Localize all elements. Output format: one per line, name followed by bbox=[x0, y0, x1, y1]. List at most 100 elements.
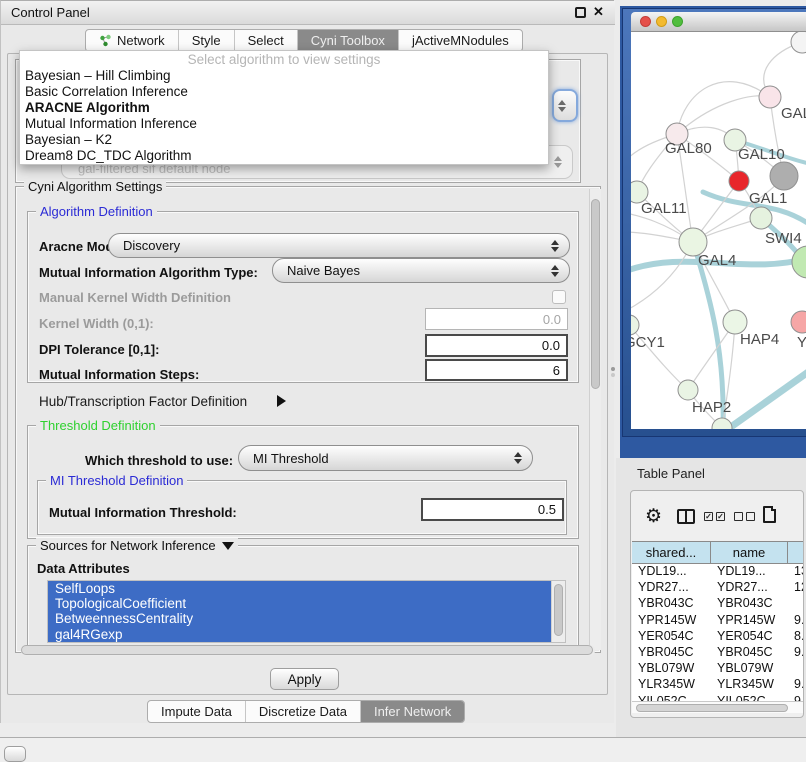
tab-label: Style bbox=[192, 30, 221, 51]
hub-definition-label[interactable]: Hub/Transcription Factor Definition bbox=[39, 394, 247, 409]
column-panes-icon[interactable] bbox=[677, 509, 695, 524]
collapse-arrow-icon[interactable] bbox=[222, 542, 234, 550]
tab-network[interactable]: Network bbox=[86, 30, 179, 51]
table-horizontal-scrollbar[interactable] bbox=[632, 701, 804, 713]
table-row[interactable]: YBL079WYBL079W bbox=[632, 661, 804, 677]
unchecked-box-icon[interactable] bbox=[746, 512, 755, 521]
settings-horizontal-scrollbar[interactable] bbox=[21, 645, 595, 656]
scrollbar-thumb[interactable] bbox=[21, 645, 593, 655]
algorithm-option[interactable]: Bayesian – K2 bbox=[20, 132, 548, 148]
dpi-tolerance-field[interactable]: 0.0 bbox=[425, 334, 568, 357]
document-icon[interactable] bbox=[763, 506, 776, 523]
mi-threshold-group-title: MI Threshold Definition bbox=[46, 473, 187, 488]
table-cell bbox=[788, 596, 804, 612]
unchecked-box-icon[interactable] bbox=[734, 512, 743, 521]
checked-box-icon[interactable]: ✓ bbox=[716, 512, 725, 521]
tab-select[interactable]: Select bbox=[235, 30, 298, 51]
table-body[interactable]: YDL19...YDL19...13YDR27...YDR27...12YBR0… bbox=[632, 564, 804, 701]
settings-vertical-scrollbar[interactable] bbox=[589, 189, 601, 650]
mi-threshold-field[interactable]: 0.5 bbox=[421, 498, 564, 521]
network-node[interactable] bbox=[712, 418, 732, 429]
table-cell: YER054C bbox=[632, 629, 711, 645]
mi-algorithm-type-select[interactable]: Naive Bayes bbox=[272, 258, 570, 283]
bottom-tab-discretize-data[interactable]: Discretize Data bbox=[246, 701, 361, 722]
algorithm-combobox-focus-fragment[interactable] bbox=[552, 89, 578, 122]
algorithm-option[interactable]: Mutual Information Inference bbox=[20, 116, 548, 132]
settings-gear-icon[interactable]: ⚙ bbox=[645, 505, 662, 528]
attribute-list-item[interactable]: SelfLoops bbox=[48, 581, 551, 596]
bottom-tab-impute-data[interactable]: Impute Data bbox=[148, 701, 246, 722]
network-node[interactable] bbox=[791, 32, 806, 53]
attribute-list-item[interactable]: gal4RGexp bbox=[48, 627, 551, 642]
algorithm-option[interactable]: Basic Correlation Inference bbox=[20, 84, 548, 100]
bottom-corner-button[interactable] bbox=[4, 746, 26, 762]
algorithm-option[interactable]: Bayesian – Hill Climbing bbox=[20, 68, 548, 84]
algorithm-option[interactable]: Dream8 DC_TDC Algorithm bbox=[20, 148, 548, 164]
table-row[interactable]: YBR045CYBR045C9. bbox=[632, 645, 804, 661]
table-row[interactable]: YDL19...YDL19...13 bbox=[632, 564, 804, 580]
algorithm-option[interactable]: ARACNE Algorithm bbox=[20, 100, 548, 116]
attributes-vertical-scrollbar[interactable] bbox=[551, 581, 565, 643]
table-row[interactable]: YPR145WYPR145W9. bbox=[632, 613, 804, 629]
float-window-icon[interactable] bbox=[575, 7, 586, 18]
manual-kernel-width-checkbox[interactable] bbox=[552, 290, 566, 304]
table-row[interactable]: YER054CYER054C8. bbox=[632, 629, 804, 645]
network-node-swi4[interactable] bbox=[750, 207, 772, 229]
mi-steps-field[interactable]: 6 bbox=[425, 359, 568, 381]
kernel-width-field[interactable]: 0.0 bbox=[425, 308, 568, 330]
screenshot-root: Control Panel ✕ Network Style SelectCyni T… bbox=[0, 0, 806, 762]
scrollbar-thumb[interactable] bbox=[591, 199, 600, 389]
tab-style[interactable]: Style bbox=[179, 30, 235, 51]
close-traffic-light-icon[interactable] bbox=[640, 16, 651, 27]
table-cell: YBL079W bbox=[632, 661, 711, 677]
tab-label: Network bbox=[117, 30, 165, 51]
network-node-gal[interactable] bbox=[759, 86, 781, 108]
network-window-titlebar[interactable] bbox=[631, 12, 806, 32]
network-node[interactable] bbox=[770, 162, 798, 190]
table-cell: 8. bbox=[788, 629, 804, 645]
scrollbar-thumb[interactable] bbox=[636, 704, 788, 712]
sources-group-title[interactable]: Sources for Network Inference bbox=[40, 538, 216, 553]
checked-box-icon[interactable]: ✓ bbox=[704, 512, 713, 521]
attribute-list-item[interactable]: TopologicalCoefficient bbox=[48, 596, 551, 611]
splitter-handle[interactable] bbox=[611, 367, 615, 371]
control-panel-title: Control Panel bbox=[11, 5, 90, 20]
table-row[interactable]: YBR043CYBR043C bbox=[632, 596, 804, 612]
algorithm-definition-title: Algorithm Definition bbox=[36, 204, 157, 219]
mi-threshold-value: 0.5 bbox=[538, 502, 556, 517]
network-node-gcy1[interactable] bbox=[631, 315, 639, 335]
zoom-traffic-light-icon[interactable] bbox=[672, 16, 683, 27]
mi-algorithm-type-value: Naive Bayes bbox=[287, 263, 360, 278]
aracne-mode-select[interactable]: Discovery bbox=[108, 233, 570, 258]
table-row[interactable]: YLR345WYLR345W9. bbox=[632, 677, 804, 693]
mi-steps-value: 6 bbox=[553, 363, 560, 378]
close-icon[interactable]: ✕ bbox=[593, 4, 604, 20]
control-panel-window: Control Panel ✕ Network Style SelectCyni T… bbox=[0, 0, 614, 723]
table-row[interactable]: YDR27...YDR27...12 bbox=[632, 580, 804, 596]
attribute-list-item[interactable]: BetweennessCentrality bbox=[48, 611, 551, 626]
minimize-traffic-light-icon[interactable] bbox=[656, 16, 667, 27]
splitter-handle[interactable] bbox=[611, 373, 615, 377]
bottom-tab-infer-network[interactable]: Infer Network bbox=[361, 701, 464, 722]
column-header-shared-name[interactable]: shared... bbox=[632, 541, 711, 564]
apply-button[interactable]: Apply bbox=[270, 668, 339, 690]
network-node-hap2[interactable] bbox=[678, 380, 698, 400]
network-node-gal1[interactable] bbox=[729, 171, 749, 191]
network-node-y[interactable] bbox=[791, 311, 806, 333]
data-attributes-label: Data Attributes bbox=[37, 561, 130, 576]
cyni-settings-group-title: Cyni Algorithm Settings bbox=[24, 179, 166, 194]
table-cell: YBR045C bbox=[711, 645, 788, 661]
scrollbar-thumb[interactable] bbox=[554, 584, 563, 636]
column-header-name[interactable]: name bbox=[711, 541, 788, 564]
column-header-partial[interactable] bbox=[788, 541, 804, 564]
kernel-width-value: 0.0 bbox=[543, 312, 561, 327]
network-canvas[interactable]: GALGAL80GAL10GAL1GAL11SWI4GAL4GCY1HAP4YH… bbox=[631, 32, 806, 429]
table-row[interactable]: YIL052CYIL052C9 bbox=[632, 694, 804, 702]
data-attributes-list[interactable]: SelfLoopsTopologicalCoefficientBetweenne… bbox=[47, 580, 566, 643]
tab-jactivemnodules[interactable]: jActiveMNodules bbox=[399, 30, 522, 51]
mi-steps-label: Mutual Information Steps: bbox=[39, 367, 199, 382]
which-threshold-select[interactable]: MI Threshold bbox=[238, 445, 533, 471]
expand-arrow-icon[interactable] bbox=[277, 395, 286, 407]
bottom-tabstrip: Impute DataDiscretize DataInfer Network bbox=[147, 700, 465, 723]
tab-cyni-toolbox[interactable]: Cyni Toolbox bbox=[298, 30, 399, 51]
